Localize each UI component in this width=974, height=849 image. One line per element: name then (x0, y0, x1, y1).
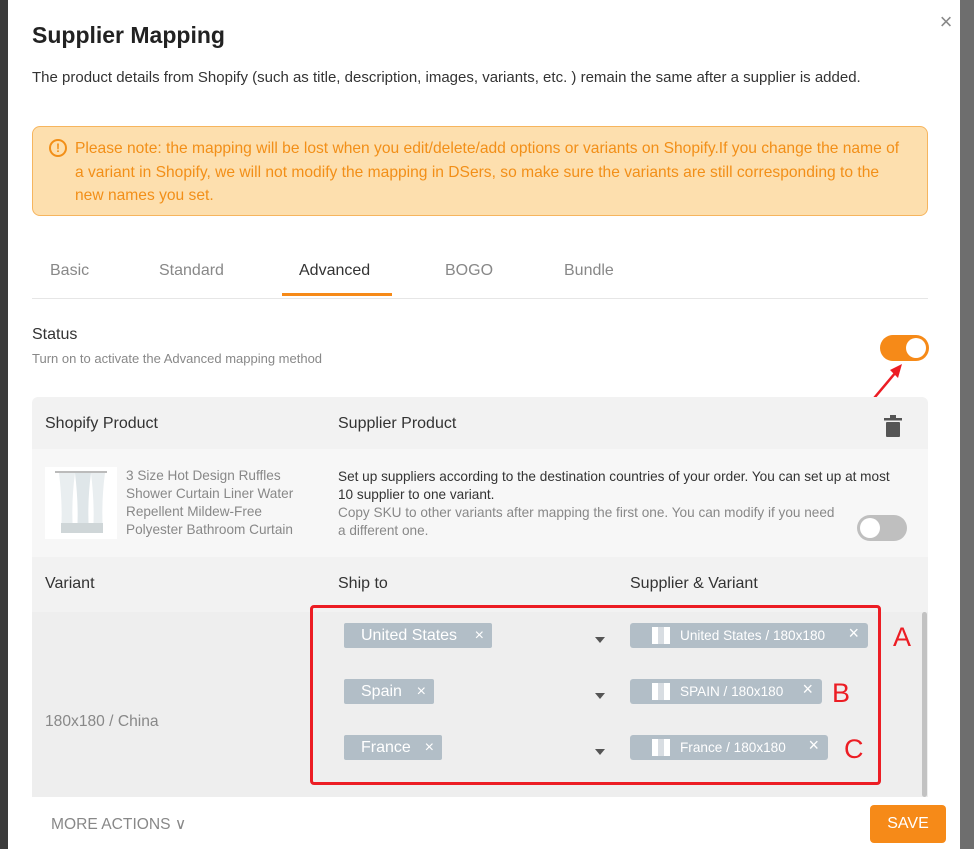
supplier-image-icon (652, 739, 670, 756)
supplier-variant-tag[interactable]: SPAIN / 180x180 × (630, 679, 822, 704)
col-supplier-product: Supplier Product (338, 415, 457, 432)
remove-icon[interactable]: × (848, 621, 859, 646)
ship-to-tag[interactable]: Spain × (344, 679, 434, 704)
tab-advanced[interactable]: Advanced (299, 262, 370, 280)
ship-to-tag[interactable]: United States × (344, 623, 492, 648)
annotation-letter: C (844, 734, 864, 764)
toggle-knob (860, 518, 880, 538)
copy-sku-text: Copy SKU to other variants after mapping… (338, 505, 835, 538)
ship-to-tag-label: United States (361, 627, 458, 644)
variant-name: 180x180 / China (45, 713, 159, 730)
col-supplier-variant: Supplier & Variant (630, 575, 758, 592)
status-label: Status (32, 326, 78, 343)
backdrop-right-strip (960, 0, 974, 849)
ship-to-tag[interactable]: France × (344, 735, 442, 760)
col-variant: Variant (45, 575, 95, 592)
remove-icon[interactable]: × (802, 677, 813, 702)
copy-sku-toggle[interactable] (857, 515, 907, 541)
chevron-down-icon[interactable] (595, 749, 605, 755)
col-ship-to: Ship to (338, 575, 388, 592)
supplier-setup-text: Set up suppliers according to the destin… (338, 469, 890, 502)
col-shopify-product: Shopify Product (45, 415, 158, 432)
ship-to-tag-label: France (361, 739, 411, 756)
supplier-variant-label: France / 180x180 (680, 740, 786, 755)
tab-basic[interactable]: Basic (50, 262, 89, 280)
product-row: 3 Size Hot Design Ruffles Shower Curtain… (32, 449, 928, 557)
remove-icon[interactable]: × (425, 735, 434, 760)
shopify-product-name: 3 Size Hot Design Ruffles Shower Curtain… (126, 468, 294, 537)
save-button[interactable]: SAVE (870, 805, 946, 843)
tab-standard[interactable]: Standard (159, 262, 224, 280)
variant-row: 180x180 / China United States × United S… (32, 605, 928, 797)
supplier-variant-label: SPAIN / 180x180 (680, 684, 784, 699)
modal-description: The product details from Shopify (such a… (32, 69, 861, 86)
more-actions-button[interactable]: MORE ACTIONS ∨ (51, 815, 186, 834)
status-description: Turn on to activate the Advanced mapping… (32, 351, 323, 366)
trash-icon[interactable] (884, 415, 902, 437)
advanced-status-toggle[interactable] (880, 335, 929, 361)
warning-notice: ! Please note: the mapping will be lost … (32, 126, 928, 216)
supplier-variant-tag[interactable]: France / 180x180 × (630, 735, 828, 760)
tab-bogo[interactable]: BOGO (445, 262, 493, 280)
supplier-variant-tag[interactable]: United States / 180x180 × (630, 623, 868, 648)
chevron-down-icon[interactable] (595, 693, 605, 699)
supplier-image-icon (652, 627, 670, 644)
chevron-down-icon[interactable] (595, 637, 605, 643)
supplier-variant-label: United States / 180x180 (680, 628, 826, 643)
annotation-letter: B (832, 678, 851, 708)
warning-icon: ! (49, 139, 67, 157)
close-icon[interactable]: × (936, 11, 956, 33)
modal-footer: MORE ACTIONS ∨ SAVE (8, 797, 960, 849)
remove-icon[interactable]: × (417, 679, 426, 704)
remove-icon[interactable]: × (475, 623, 484, 648)
remove-icon[interactable]: × (808, 733, 819, 758)
tab-bundle[interactable]: Bundle (564, 262, 614, 280)
supplier-mapping-modal: × Supplier Mapping The product details f… (8, 0, 960, 849)
toggle-knob (906, 338, 926, 358)
mapping-tabs: Basic Standard Advanced BOGO Bundle (32, 248, 928, 299)
vertical-scrollbar[interactable] (922, 612, 927, 797)
backdrop-left-strip (0, 0, 8, 849)
mapping-table: Shopify Product Supplier Product 3 Size … (32, 397, 928, 797)
active-tab-indicator (282, 293, 392, 296)
warning-notice-text: Please note: the mapping will be lost wh… (75, 140, 900, 204)
modal-title: Supplier Mapping (32, 22, 225, 48)
ship-to-tag-label: Spain (361, 683, 402, 700)
product-thumbnail (45, 467, 117, 539)
supplier-image-icon (652, 683, 670, 700)
annotation-letter: A (893, 622, 912, 652)
